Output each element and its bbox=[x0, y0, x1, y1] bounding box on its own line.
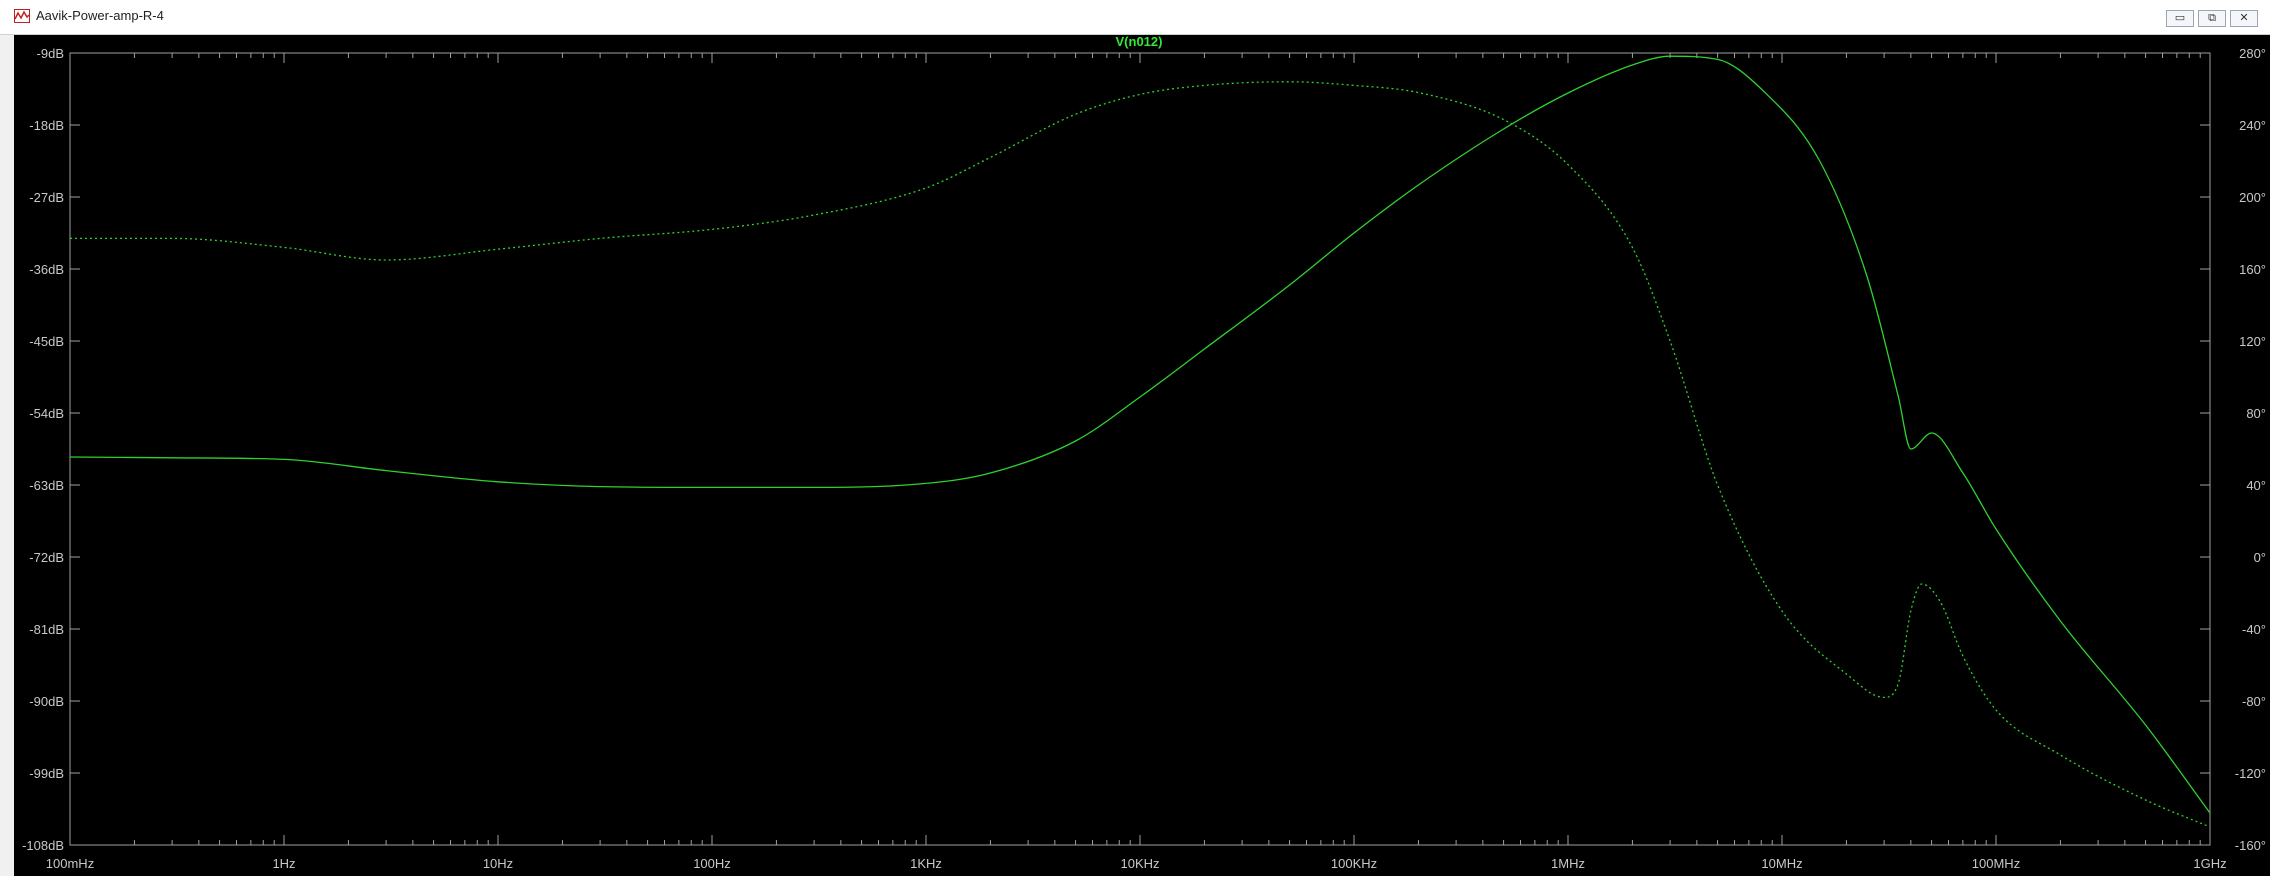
axis-labels: 100mHz 1Hz 10Hz 100Hz 1KHz 10KHz 100KHz 1MHz 10M… bbox=[22, 46, 2266, 871]
y-right-tick-label: 200° bbox=[2239, 190, 2266, 205]
x-tick-label: 1Hz bbox=[272, 856, 295, 871]
x-tick-label: 1GHz bbox=[2193, 856, 2226, 871]
x-tick-label: 100mHz bbox=[46, 856, 94, 871]
bode-plot: 100mHz 1Hz 10Hz 100Hz 1KHz 10KHz 100KHz 1MHz 10M… bbox=[22, 34, 2266, 871]
y-left-tick-label: -81dB bbox=[29, 622, 64, 637]
y-right-tick-label: 40° bbox=[2246, 478, 2266, 493]
y-right-tick-label: -40° bbox=[2242, 622, 2266, 637]
x-tick-label: 1MHz bbox=[1551, 856, 1585, 871]
y-left-tick-label: -108dB bbox=[22, 838, 64, 853]
y-right-tick-label: 280° bbox=[2239, 46, 2266, 61]
y-right-tick-label: 160° bbox=[2239, 262, 2266, 277]
y-right-tick-label: 120° bbox=[2239, 334, 2266, 349]
x-tick-label: 100Hz bbox=[693, 856, 731, 871]
y-right-tick-label: -120° bbox=[2235, 766, 2266, 781]
y-left-tick-label: -45dB bbox=[29, 334, 64, 349]
magnitude-trace[interactable] bbox=[69, 55, 2211, 814]
x-tick-label: 10KHz bbox=[1120, 856, 1159, 871]
x-tick-label: 10Hz bbox=[483, 856, 513, 871]
traces bbox=[69, 55, 2211, 828]
trace-title[interactable]: V(n012) bbox=[1116, 34, 1163, 49]
y-right-tick-label: 80° bbox=[2246, 406, 2266, 421]
phase-trace[interactable] bbox=[70, 81, 2211, 828]
y-left-tick-label: -99dB bbox=[29, 766, 64, 781]
y-left-tick-label: -63dB bbox=[29, 478, 64, 493]
y-left-tick-label: -36dB bbox=[29, 262, 64, 277]
x-tick-label: 100MHz bbox=[1972, 856, 2020, 871]
plot-border bbox=[69, 52, 2211, 846]
y-right-tick-label: -160° bbox=[2235, 838, 2266, 853]
y-left-tick-label: -27dB bbox=[29, 190, 64, 205]
y-left-tick-label: -72dB bbox=[29, 550, 64, 565]
y-right-tick-label: -80° bbox=[2242, 694, 2266, 709]
y-right-tick-label: 240° bbox=[2239, 118, 2266, 133]
tick-marks bbox=[69, 52, 2211, 846]
y-left-tick-label: -18dB bbox=[29, 118, 64, 133]
x-tick-label: 100KHz bbox=[1331, 856, 1377, 871]
x-tick-label: 1KHz bbox=[910, 856, 942, 871]
y-right-tick-label: 0° bbox=[2254, 550, 2266, 565]
x-tick-label: 10MHz bbox=[1761, 856, 1802, 871]
y-left-tick-label: -90dB bbox=[29, 694, 64, 709]
y-left-tick-label: -54dB bbox=[29, 406, 64, 421]
schematic-strip bbox=[0, 876, 2270, 887]
y-left-tick-label: -9dB bbox=[37, 46, 64, 61]
